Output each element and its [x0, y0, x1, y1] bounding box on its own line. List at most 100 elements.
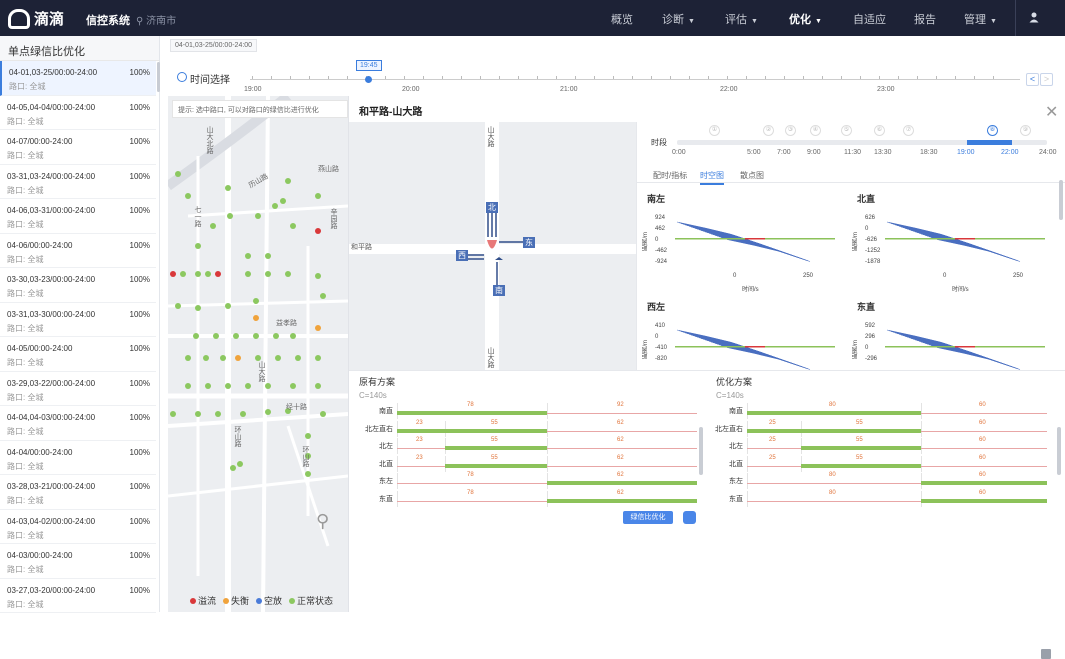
green-phase-bar[interactable] [547, 481, 697, 485]
flag-icon[interactable] [1041, 649, 1051, 659]
intersection-marker[interactable] [245, 253, 251, 259]
intersection-marker[interactable] [315, 193, 321, 199]
intersection-marker[interactable] [285, 271, 291, 277]
intersection-marker[interactable] [315, 228, 321, 234]
intersection-marker[interactable] [175, 171, 181, 177]
intersection-marker[interactable] [305, 433, 311, 439]
tab-scatter[interactable]: 散点图 [740, 170, 764, 181]
intersection-marker[interactable] [227, 213, 233, 219]
plan-list-item[interactable]: 04-07/00:00-24:00 100% 路口: 全城 [0, 130, 156, 165]
intersection-marker[interactable] [285, 178, 291, 184]
intersection-marker[interactable] [315, 325, 321, 331]
intersection-marker[interactable] [235, 355, 241, 361]
green-phase-bar[interactable] [747, 428, 801, 433]
green-phase-bar[interactable] [397, 411, 547, 415]
timeline-prev-button[interactable]: < [1026, 73, 1039, 86]
intersection-marker[interactable] [195, 411, 201, 417]
intersection-marker[interactable] [210, 223, 216, 229]
period-marker[interactable]: ③ [785, 125, 796, 136]
period-marker[interactable]: ⑥ [874, 125, 885, 136]
intersection-marker[interactable] [185, 383, 191, 389]
intersection-marker[interactable] [203, 355, 209, 361]
nav-item[interactable]: 概览 [611, 11, 633, 27]
plan-list-item[interactable]: 03-31,03-30/00:00-24:00 100% 路口: 全城 [0, 303, 156, 337]
original-plan-scrollbar[interactable] [699, 427, 703, 475]
intersection-marker[interactable] [320, 293, 326, 299]
green-phase-bar[interactable] [547, 498, 697, 503]
timeline-next-button[interactable]: > [1040, 73, 1053, 86]
green-phase-bar[interactable] [397, 428, 445, 433]
intersection-marker[interactable] [315, 355, 321, 361]
intersection-marker[interactable] [265, 271, 271, 277]
intersection-marker[interactable] [185, 355, 191, 361]
green-phase-bar[interactable] [801, 428, 921, 433]
green-phase-bar[interactable] [445, 428, 547, 433]
intersection-marker[interactable] [265, 409, 271, 415]
nav-item[interactable]: 报告 [914, 11, 936, 27]
intersection-marker[interactable] [205, 383, 211, 389]
green-phase-bar[interactable] [921, 481, 1047, 485]
intersection-marker[interactable] [180, 271, 186, 277]
intersection-marker[interactable] [253, 298, 259, 304]
city-map[interactable]: 山大北路 七一路 历山路 燕山路 辛园路 益孝路 山大路 经十路 环山路 环山路… [168, 96, 348, 612]
timeline-thumb[interactable] [365, 76, 372, 83]
intersection-marker[interactable] [195, 243, 201, 249]
intersection-marker[interactable] [275, 355, 281, 361]
intersection-marker[interactable] [295, 355, 301, 361]
intersection-marker[interactable] [233, 333, 239, 339]
green-phase-bar[interactable] [445, 463, 547, 468]
intersection-marker[interactable] [265, 253, 271, 259]
plan-list-item[interactable]: 04-06/00:00-24:00 100% 路口: 全城 [0, 234, 156, 268]
nav-item[interactable]: 优化 ▼ [789, 11, 822, 27]
intersection-marker[interactable] [213, 333, 219, 339]
green-phase-bar[interactable] [801, 446, 921, 450]
period-marker[interactable]: ④ [810, 125, 821, 136]
plan-list-item[interactable]: 03-31,03-24/00:00-24:00 100% 路口: 全城 [0, 165, 156, 199]
intersection-marker[interactable] [273, 333, 279, 339]
tab-timing[interactable]: 配时/指标 [653, 170, 687, 181]
nav-item[interactable]: 管理 ▼ [964, 11, 997, 27]
period-marker[interactable]: ② [763, 125, 774, 136]
intersection-marker[interactable] [253, 315, 259, 321]
intersection-marker[interactable] [290, 333, 296, 339]
plan-list-item[interactable]: 04-06,03-31/00:00-24:00 100% 路口: 全城 [0, 199, 156, 234]
intersection-marker[interactable] [220, 355, 226, 361]
date-range-chip[interactable]: 04-01,03-25/00:00-24:00 [170, 39, 258, 52]
intersection-marker[interactable] [305, 471, 311, 477]
plan-list-item[interactable]: 04-04/00:00-24:00 100% 路口: 全城 [0, 441, 156, 475]
intersection-marker[interactable] [175, 303, 181, 309]
plan-list-item[interactable]: 03-30,03-23/00:00-24:00 100% 路口: 全城 [0, 268, 156, 303]
period-marker[interactable]: ⑤ [841, 125, 852, 136]
intersection-marker[interactable] [215, 411, 221, 417]
green-phase-bar[interactable] [445, 446, 547, 450]
intersection-marker[interactable] [320, 411, 326, 417]
close-icon[interactable]: ✕ [1045, 102, 1058, 122]
period-marker[interactable]: ⑦ [903, 125, 914, 136]
optimized-plan-scrollbar[interactable] [1057, 427, 1061, 475]
intersection-marker[interactable] [225, 185, 231, 191]
intersection-marker[interactable] [230, 465, 236, 471]
period-marker[interactable]: ⑨ [1020, 125, 1031, 136]
intersection-marker[interactable] [240, 411, 246, 417]
green-phase-bar[interactable] [747, 411, 921, 415]
intersection-marker[interactable] [170, 411, 176, 417]
intersection-marker[interactable] [193, 333, 199, 339]
analysis-scrollbar[interactable] [1059, 180, 1063, 220]
intersection-marker[interactable] [290, 223, 296, 229]
intersection-marker[interactable] [253, 333, 259, 339]
intersection-marker[interactable] [225, 303, 231, 309]
split-optimize-button[interactable]: 绿信比优化 [623, 511, 673, 524]
intersection-marker[interactable] [195, 305, 201, 311]
intersection-marker[interactable] [272, 203, 278, 209]
intersection-marker[interactable] [265, 383, 271, 389]
intersection-marker[interactable] [255, 213, 261, 219]
plan-list-item[interactable]: 03-29,03-22/00:00-24:00 100% 路口: 全城 [0, 372, 156, 406]
plan-list-item[interactable]: 04-03/00:00-24:00 100% 路口: 全城 [0, 544, 156, 579]
intersection-marker[interactable] [315, 383, 321, 389]
intersection-marker[interactable] [185, 193, 191, 199]
intersection-marker[interactable] [215, 271, 221, 277]
city-selector[interactable]: ⚲ 济南市 [136, 12, 176, 27]
plan-list-item[interactable]: 04-04,04-03/00:00-24:00 100% 路口: 全城 [0, 406, 156, 441]
chat-icon[interactable] [683, 511, 696, 524]
nav-item[interactable]: 评估 ▼ [725, 11, 758, 27]
